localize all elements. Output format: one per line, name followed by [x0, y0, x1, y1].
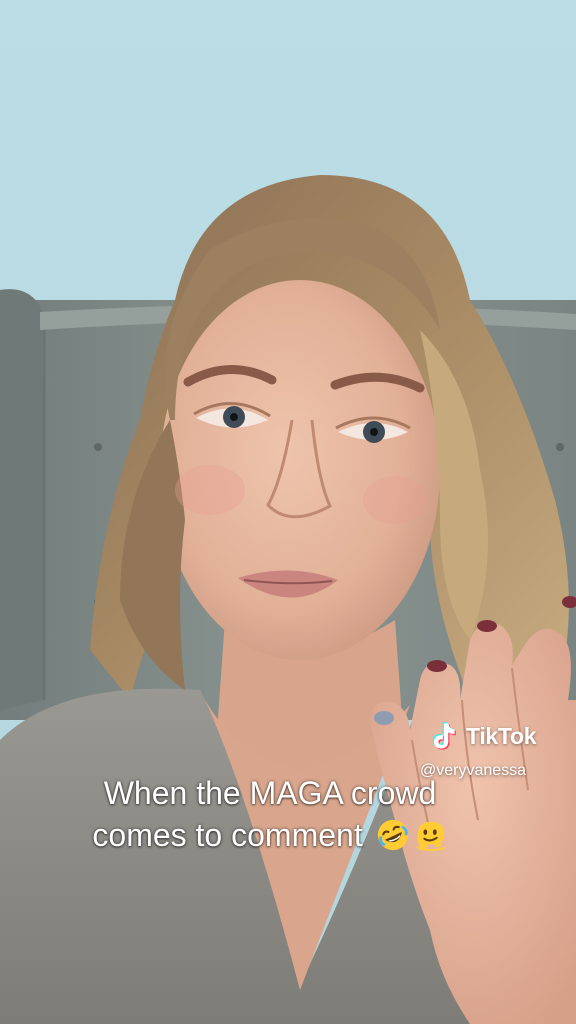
- tiktok-video-frame[interactable]: TikTok @veryvanessa When the MAGA crowd …: [0, 0, 576, 1024]
- caption-line-2: comes to comment: [40, 814, 500, 856]
- tiktok-brand-row: TikTok: [424, 716, 537, 756]
- video-scene-woman-talking: [0, 0, 576, 1024]
- video-caption: When the MAGA crowd comes to comment: [40, 772, 500, 856]
- tiktok-logo-icon: [432, 722, 456, 750]
- tiktok-brand-text: TikTok: [466, 722, 537, 749]
- caption-line-2-text: comes to comment: [92, 817, 363, 853]
- caption-line-1: When the MAGA crowd: [103, 775, 437, 811]
- rolling-on-floor-laughing-emoji: [377, 819, 408, 851]
- melting-face-emoji: [415, 821, 446, 852]
